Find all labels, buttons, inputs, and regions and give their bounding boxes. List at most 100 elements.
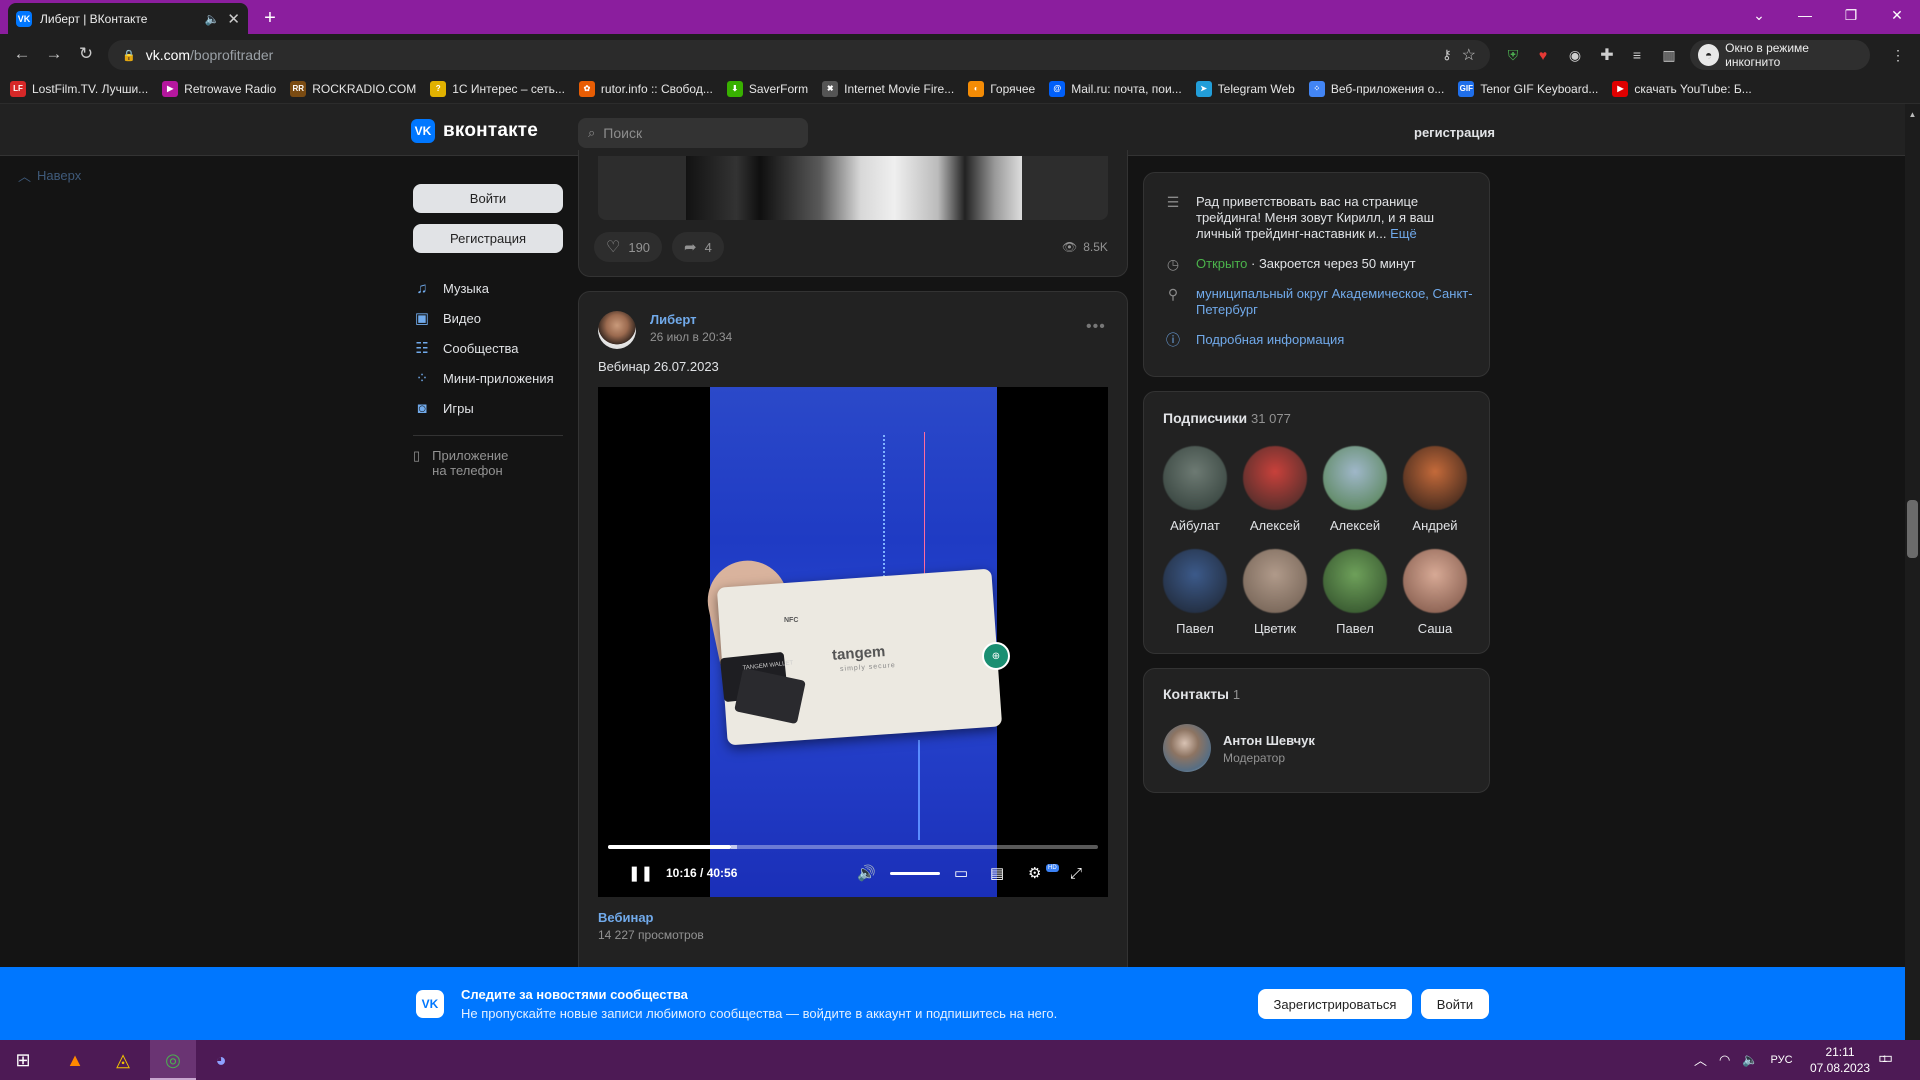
bookmark-item[interactable]: RR ROCKRADIO.COM [290, 80, 416, 97]
subscriber-item[interactable]: Андрей [1395, 446, 1475, 533]
notification-center-icon[interactable]: ▭1 [1878, 1048, 1898, 1068]
subscriber-name[interactable]: Павел [1315, 621, 1395, 636]
subscriber-item[interactable]: Саша [1395, 549, 1475, 636]
bookmark-item[interactable]: ? 1С Интерес – сеть... [430, 80, 565, 97]
details-link[interactable]: Подробная информация [1196, 332, 1344, 348]
menu-item-games[interactable]: ◙ Игры [413, 393, 563, 423]
speaker-icon[interactable]: 🔈 [204, 12, 219, 26]
subscribers-title[interactable]: Подписчики 31 077 [1163, 410, 1291, 426]
speaker-tray-icon[interactable]: 🔈 [1742, 1052, 1758, 1068]
location-link[interactable]: муниципальный округ Академическое, Санкт… [1196, 286, 1474, 318]
forward-icon[interactable]: → [42, 42, 66, 66]
tab-search-icon[interactable]: ⌄ [1736, 0, 1782, 30]
menu-item-video[interactable]: ▣ Видео [413, 303, 563, 333]
phone-app-link[interactable]: ▯ Приложение на телефон [413, 448, 563, 478]
menu-item-music[interactable]: ♫ Музыка [413, 273, 563, 303]
tray-chevron-icon[interactable]: ︿ [1694, 1050, 1707, 1069]
banner-register-button[interactable]: Зарегистрироваться [1258, 989, 1412, 1019]
restore-button[interactable]: ❐ [1828, 0, 1874, 30]
author-name[interactable]: Либерт [650, 312, 697, 327]
side-panel-icon[interactable]: ▥ [1656, 42, 1682, 68]
subscriber-name[interactable]: Алексей [1235, 518, 1315, 533]
back-icon[interactable]: ← [10, 42, 34, 66]
vk-logo[interactable]: VK вконтакте [411, 119, 538, 143]
bookmark-item[interactable]: ⬇ SaverForm [726, 80, 808, 97]
language-indicator[interactable]: РУС [1771, 1054, 1793, 1066]
pause-icon[interactable]: ❚❚ [628, 862, 653, 884]
subscriber-avatar[interactable] [1163, 549, 1227, 613]
subscriber-name[interactable]: Андрей [1395, 518, 1475, 533]
subscriber-avatar[interactable] [1323, 549, 1387, 613]
like-button[interactable]: ♡ 190 [594, 232, 663, 262]
reading-list-icon[interactable]: ≡ [1624, 42, 1650, 68]
bookmark-item[interactable]: ◐ Горячее [968, 80, 1035, 97]
bookmark-item[interactable]: ✖ Internet Movie Fire... [822, 80, 954, 97]
subscriber-name[interactable]: Алексей [1315, 518, 1395, 533]
login-button[interactable]: Войти [413, 184, 563, 213]
subscriber-item[interactable]: Айбулат [1155, 446, 1235, 533]
post-image[interactable] [686, 156, 1022, 220]
wifi-icon[interactable]: ◠ [1719, 1052, 1730, 1068]
subtitles-icon[interactable]: ▤ [990, 862, 1004, 884]
browser-menu-icon[interactable]: ⋮ [1885, 42, 1911, 68]
bookmark-item[interactable]: ✿ rutor.info :: Свобод... [578, 80, 713, 97]
volume-slider[interactable] [890, 872, 940, 875]
subscriber-name[interactable]: Саша [1395, 621, 1475, 636]
new-tab-button[interactable]: + [256, 6, 284, 30]
register-button[interactable]: Регистрация [413, 224, 563, 253]
fullscreen-icon[interactable]: ⤢ [1070, 862, 1082, 884]
subscriber-name[interactable]: Павел [1155, 621, 1235, 636]
lock-icon[interactable]: 🔒 [122, 49, 136, 62]
subscriber-avatar[interactable] [1243, 446, 1307, 510]
subscriber-avatar[interactable] [1403, 549, 1467, 613]
subscriber-item[interactable]: Павел [1155, 549, 1235, 636]
register-link[interactable]: регистрация [1414, 125, 1495, 140]
theater-mode-icon[interactable]: ▭ [954, 862, 968, 884]
subscriber-avatar[interactable] [1403, 446, 1467, 510]
video-title[interactable]: Вебинар [598, 910, 654, 925]
extensions-puzzle-icon[interactable]: ✚ [1594, 42, 1620, 68]
contact-avatar[interactable] [1163, 724, 1211, 772]
extension-circle-icon[interactable]: ◉ [1562, 42, 1588, 68]
subscriber-item[interactable]: Алексей [1235, 446, 1315, 533]
discord-icon[interactable]: ◕ [198, 1040, 244, 1080]
subscriber-item[interactable]: Цветик [1235, 549, 1315, 636]
banner-login-button[interactable]: Войти [1421, 989, 1489, 1019]
menu-item-communities[interactable]: ☷ Сообщества [413, 333, 563, 363]
minimize-button[interactable]: — [1782, 0, 1828, 30]
key-icon[interactable]: ⚷ [1442, 47, 1452, 63]
subscriber-name[interactable]: Айбулат [1155, 518, 1235, 533]
author-avatar[interactable] [598, 311, 636, 349]
chrome-icon[interactable]: ◎ [150, 1040, 196, 1080]
vlc-icon[interactable]: ▲ [52, 1040, 98, 1080]
aimp-icon[interactable]: ◬ [100, 1040, 146, 1080]
bookmark-item[interactable]: @ Mail.ru: почта, пои... [1049, 80, 1182, 97]
bookmark-item[interactable]: ▶ Retrowave Radio [162, 80, 276, 97]
more-options-icon[interactable]: ••• [1086, 318, 1106, 336]
browser-tab[interactable]: VK Либерт | ВКонтакте 🔈 ✕ [8, 3, 248, 34]
bookmark-item[interactable]: GIF Tenor GIF Keyboard... [1458, 80, 1598, 97]
incognito-indicator[interactable]: ◓ Окно в режиме инкогнито [1690, 40, 1870, 70]
search-box[interactable]: ⌕ [578, 118, 808, 148]
search-input[interactable] [603, 125, 784, 141]
subscriber-avatar[interactable] [1243, 549, 1307, 613]
more-link[interactable]: Ещё [1390, 226, 1417, 241]
subscriber-item[interactable]: Павел [1315, 549, 1395, 636]
settings-icon[interactable]: ⚙ [1028, 862, 1041, 884]
close-window-button[interactable]: ✕ [1874, 0, 1920, 30]
share-button[interactable]: ➦ 4 [672, 232, 724, 262]
scrollbar-thumb[interactable] [1907, 500, 1918, 558]
bookmark-item[interactable]: ➤ Telegram Web [1195, 80, 1295, 97]
taskbar-clock[interactable]: 21:11 07.08.2023 [1810, 1044, 1870, 1076]
contacts-title[interactable]: Контакты 1 [1163, 686, 1240, 702]
subscriber-avatar[interactable] [1323, 446, 1387, 510]
video-extension-icon[interactable]: ♥ [1530, 42, 1556, 68]
contact-name[interactable]: Антон Шевчук [1223, 733, 1315, 748]
subscriber-avatar[interactable] [1163, 446, 1227, 510]
bookmark-item[interactable]: ⁘ Веб-приложения о... [1308, 80, 1444, 97]
bookmark-item[interactable]: ▶ скачать YouTube: Б... [1612, 80, 1752, 97]
address-bar[interactable]: 🔒 vk.com/boprofitrader ⚷ ☆ [108, 40, 1490, 70]
volume-icon[interactable]: 🔊 [857, 862, 876, 884]
scroll-up-icon[interactable]: ▲ [1905, 110, 1920, 119]
subscriber-name[interactable]: Цветик [1235, 621, 1315, 636]
